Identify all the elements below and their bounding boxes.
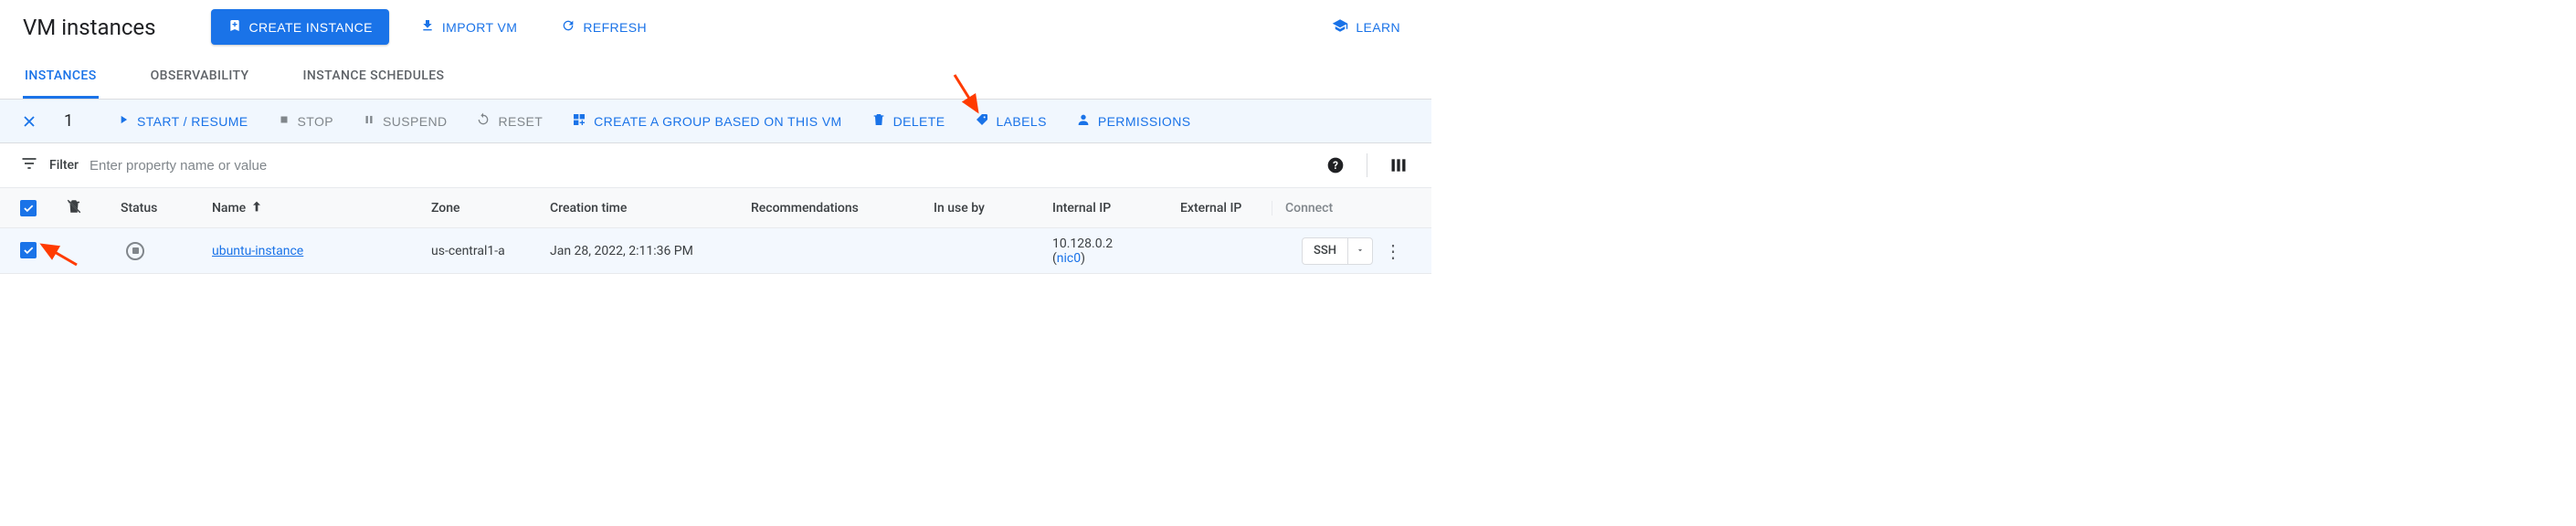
suspend-button[interactable]: SUSPEND	[361, 110, 449, 132]
import-vm-button[interactable]: IMPORT VM	[407, 11, 530, 43]
table-header-row: Status Name Zone Creation time Recommend…	[0, 188, 1431, 228]
selection-action-bar: 1 START / RESUME STOP SUSPEND RESET CREA…	[0, 100, 1431, 143]
internal-ip-value: 10.128.0.2 (nic0)	[1052, 237, 1180, 266]
select-all-checkbox[interactable]	[20, 200, 37, 216]
reset-icon	[476, 112, 491, 130]
group-icon	[572, 112, 586, 130]
delete-button[interactable]: DELETE	[870, 109, 947, 133]
start-resume-button[interactable]: START / RESUME	[115, 110, 250, 132]
permissions-button[interactable]: PERMISSIONS	[1074, 109, 1193, 133]
labels-button[interactable]: LABELS	[973, 109, 1049, 133]
create-instance-button[interactable]: CREATE INSTANCE	[211, 9, 389, 45]
create-group-button[interactable]: CREATE A GROUP BASED ON THIS VM	[570, 109, 843, 133]
stop-icon	[278, 113, 290, 129]
row-checkbox[interactable]	[20, 242, 37, 258]
filter-input[interactable]	[90, 158, 695, 174]
sort-arrow-up-icon	[249, 199, 264, 217]
filter-icon	[20, 154, 38, 176]
help-icon[interactable]: ?	[1323, 153, 1348, 178]
page-title: VM instances	[23, 15, 156, 40]
nic-link[interactable]: nic0	[1057, 251, 1081, 266]
col-name[interactable]: Name	[212, 199, 431, 217]
col-zone[interactable]: Zone	[431, 201, 550, 216]
tab-instance-schedules[interactable]: INSTANCE SCHEDULES	[301, 58, 447, 99]
filter-bar: Filter ?	[0, 143, 1431, 188]
status-stopped-icon	[126, 242, 144, 260]
svg-text:?: ?	[1333, 159, 1338, 172]
close-icon	[20, 112, 38, 131]
row-more-actions[interactable]: ⋮	[1375, 240, 1411, 262]
pause-icon	[363, 113, 375, 129]
table-row: ubuntu-instance us-central1-a Jan 28, 20…	[0, 228, 1431, 274]
ssh-dropdown-toggle[interactable]	[1347, 238, 1372, 264]
instances-table: Status Name Zone Creation time Recommend…	[0, 188, 1431, 274]
trash-cross-icon[interactable]	[66, 198, 82, 218]
refresh-button[interactable]: REFRESH	[548, 11, 660, 43]
refresh-icon	[561, 18, 575, 36]
col-connect[interactable]: Connect	[1272, 201, 1333, 216]
col-status[interactable]: Status	[121, 201, 212, 216]
column-display-icon[interactable]	[1386, 153, 1411, 178]
ssh-button[interactable]: SSH	[1302, 237, 1373, 265]
instance-name-link[interactable]: ubuntu-instance	[212, 244, 303, 258]
tab-instances[interactable]: INSTANCES	[23, 58, 99, 99]
person-icon	[1076, 112, 1091, 130]
selection-count: 1	[64, 111, 90, 131]
tag-icon	[975, 112, 989, 130]
col-creation[interactable]: Creation time	[550, 201, 751, 216]
trash-icon	[871, 112, 886, 130]
filter-label: Filter	[49, 158, 79, 173]
tab-observability[interactable]: OBSERVABILITY	[149, 58, 251, 99]
creation-time-value: Jan 28, 2022, 2:11:36 PM	[550, 244, 751, 258]
import-icon	[420, 18, 435, 36]
col-inuse[interactable]: In use by	[934, 201, 1052, 216]
stop-button[interactable]: STOP	[276, 110, 335, 132]
zone-value: us-central1-a	[431, 244, 550, 258]
caret-down-icon	[1356, 246, 1365, 255]
tab-bar: INSTANCES OBSERVABILITY INSTANCE SCHEDUL…	[0, 58, 1431, 100]
page-header: VM instances CREATE INSTANCE IMPORT VM R…	[0, 0, 1431, 58]
col-recommendations[interactable]: Recommendations	[751, 201, 934, 216]
learn-icon	[1332, 17, 1348, 37]
reset-button[interactable]: RESET	[474, 109, 544, 133]
col-external-ip[interactable]: External IP	[1180, 201, 1272, 216]
play-icon	[117, 113, 130, 129]
col-internal-ip[interactable]: Internal IP	[1052, 201, 1180, 216]
plus-badge-icon	[227, 18, 242, 36]
clear-selection-button[interactable]	[20, 112, 38, 131]
learn-button[interactable]: LEARN	[1319, 10, 1413, 44]
